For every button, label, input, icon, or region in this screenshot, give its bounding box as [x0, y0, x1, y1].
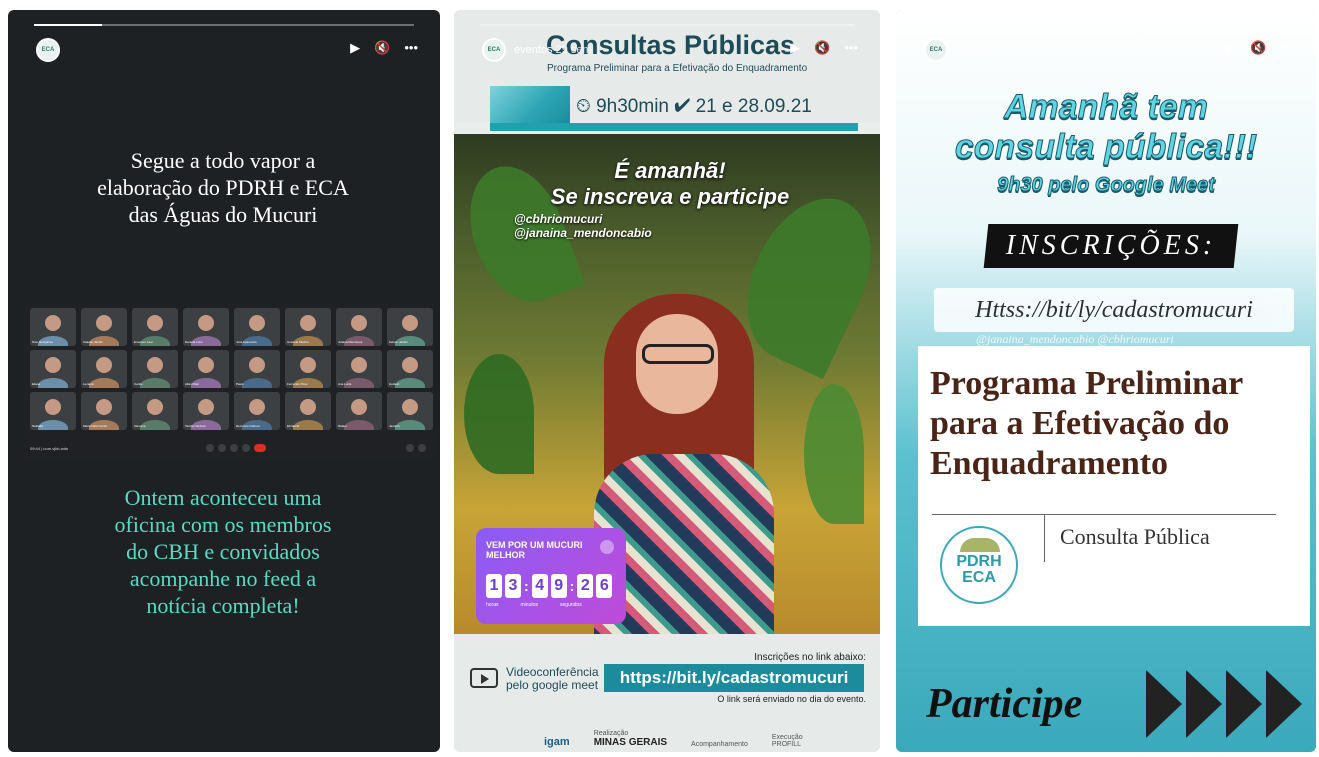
registration-link[interactable]: https://bit.ly/cadastromucuri — [604, 664, 864, 692]
countdown-units: horas minutos segundos — [486, 602, 582, 608]
participant-tile: Daniela Lobo — [183, 308, 229, 346]
mute-icon[interactable]: 🔇 — [374, 40, 390, 56]
story-text-top: Segue a todo vapor a elaboração do PDRH … — [97, 148, 349, 227]
profill-logo: PROFILL — [771, 741, 802, 748]
meeting-toolbar: 09:44 | uom-vjkb-wds — [24, 436, 434, 460]
participant-tile: Claudio Jardim — [81, 308, 127, 346]
event-footer: Inscrições no link abaixo: Videoconferên… — [454, 634, 880, 752]
story-panel-1[interactable]: ECA ▶ 🔇 ••• Segue a todo vapor a elabora… — [8, 10, 440, 752]
more-icon[interactable]: ••• — [404, 40, 418, 56]
participant-tile: Allan Melo — [183, 350, 229, 388]
participe-text: Participe — [926, 681, 1083, 727]
participant-tile: Paulo — [234, 350, 280, 388]
more-icon[interactable]: ••• — [1280, 40, 1294, 56]
participant-tile: Elizabeth — [285, 392, 331, 430]
play-icon[interactable]: ▶ — [350, 40, 360, 56]
more-icon[interactable]: ••• — [844, 40, 858, 56]
participant-tile: Eliane — [30, 350, 76, 388]
participant-tile: Tarcila Cardoso — [183, 392, 229, 430]
story-progress-bar — [34, 24, 414, 26]
countdown-digits: 13: 49: 26 — [486, 574, 613, 598]
participant-tile: Maria Nascimento — [81, 392, 127, 430]
video-handle-1: @cbhriomucuri — [514, 212, 603, 226]
participant-tile: Graziele Martins — [285, 308, 331, 346]
inscricoes-box: INSCRIÇÕES: — [983, 224, 1239, 268]
mute-icon[interactable]: 🔇 — [1250, 40, 1266, 56]
account-name[interactable]: eventos 29 sem — [514, 44, 592, 56]
igam-logo: igam — [544, 736, 570, 748]
account-handles: @janaina_mendoncabio @cbhriomucuri — [976, 332, 1174, 346]
story-controls: ▶ 🔇 ••• — [1226, 40, 1294, 56]
water-image — [490, 86, 570, 124]
event-banner: Consultas Públicas Programa Preliminar p… — [454, 10, 880, 131]
headline-line-1: Amanhã tem — [1003, 88, 1209, 127]
account-avatar[interactable]: ECA — [36, 38, 60, 62]
event-card: Programa Preliminar para a Efetivação do… — [918, 346, 1310, 626]
participant-tile: Juliana Mendonça — [336, 308, 382, 346]
countdown-sticker[interactable]: VEM POR UM MUCURI MELHOR 13: 49: 26 hora… — [476, 528, 626, 624]
chevron-icon — [1146, 670, 1182, 738]
story-panel-2[interactable]: Consultas Públicas Programa Preliminar p… — [454, 10, 880, 752]
story-controls: ▶ 🔇 ••• — [790, 40, 858, 56]
banner-subtitle: Programa Preliminar para a Efetivação do… — [547, 63, 808, 74]
banner-strip — [490, 123, 858, 131]
participant-tile: Vanessa — [132, 392, 178, 430]
participant-tile: Carlos — [132, 350, 178, 388]
participant-tile: Janaina — [387, 392, 433, 430]
video-headline-1: É amanhã! — [614, 158, 726, 183]
link-note: O link será enviado no dia do evento. — [717, 694, 866, 704]
story-controls: ▶ 🔇 ••• — [350, 40, 418, 56]
video-headline-2: Se inscreva e participe — [550, 184, 790, 209]
sponsor-logos: igam Realização MINAS GERAIS Acompanhamen… — [544, 730, 803, 748]
story-progress-bar — [922, 24, 1290, 26]
video-icon — [470, 668, 498, 688]
participant-tile: Fernando Pires — [285, 350, 331, 388]
participant-tile: Kelson Jardim — [387, 308, 433, 346]
participant-tile: Emerson Leal — [132, 308, 178, 346]
participant-tile: Rafael — [336, 392, 382, 430]
play-icon[interactable]: ▶ — [790, 40, 800, 56]
registration-url[interactable]: Httss://bit/ly/cadastromucuri — [934, 288, 1294, 332]
participant-tile: Recursos hidricos — [234, 392, 280, 430]
participant-tile: José Aparecido — [234, 308, 280, 346]
chevron-icon — [1226, 670, 1262, 738]
mute-icon[interactable]: 🔇 — [814, 40, 830, 56]
card-title: Programa Preliminar para a Efetivação do… — [930, 365, 1244, 482]
chevron-icon — [1266, 670, 1302, 738]
story-progress-bar — [480, 24, 854, 26]
account-avatar[interactable]: ECA — [924, 38, 948, 62]
participant-tile: Nice Gonçalves — [30, 308, 76, 346]
pdrh-eca-logo: PDRH ECA — [940, 526, 1018, 604]
headline-line-2: consulta pública!!! — [954, 128, 1258, 167]
video-handle-2: @janaina_mendoncabio — [514, 226, 652, 240]
account-avatar[interactable]: ECA — [482, 38, 506, 62]
participant-tile: Nathalia — [30, 392, 76, 430]
participant-tile: Hudson — [387, 350, 433, 388]
card-subtitle: Consulta Pública — [1060, 524, 1210, 549]
story-text-bottom: Ontem aconteceu uma oficina com os membr… — [114, 485, 332, 618]
play-icon[interactable]: ▶ — [1226, 40, 1236, 56]
minas-gerais-logo: MINAS GERAIS — [593, 737, 668, 748]
videoconf-text: Videoconferência pelo google meet — [506, 665, 599, 692]
headline-line-3: 9h30 pelo Google Meet — [997, 174, 1216, 197]
participant-tile: Luciana — [81, 350, 127, 388]
inscricoes-label: Inscrições no link abaixo: — [754, 652, 866, 663]
participant-tile: Ana Lucia — [336, 350, 382, 388]
account-name[interactable]: eventos — [956, 44, 995, 56]
banner-schedule: ⏲ 9h30min ✔ 21 e 28.09.21 — [576, 96, 812, 117]
chevron-icon — [1186, 670, 1222, 738]
meeting-screenshot: Nice Gonçalves Claudio Jardim Emerson Leal… — [24, 304, 434, 460]
countdown-icon — [600, 540, 614, 554]
story-panel-3[interactable]: ECA eventos ▶ 🔇 ••• Amanhã tem consulta … — [896, 10, 1316, 752]
